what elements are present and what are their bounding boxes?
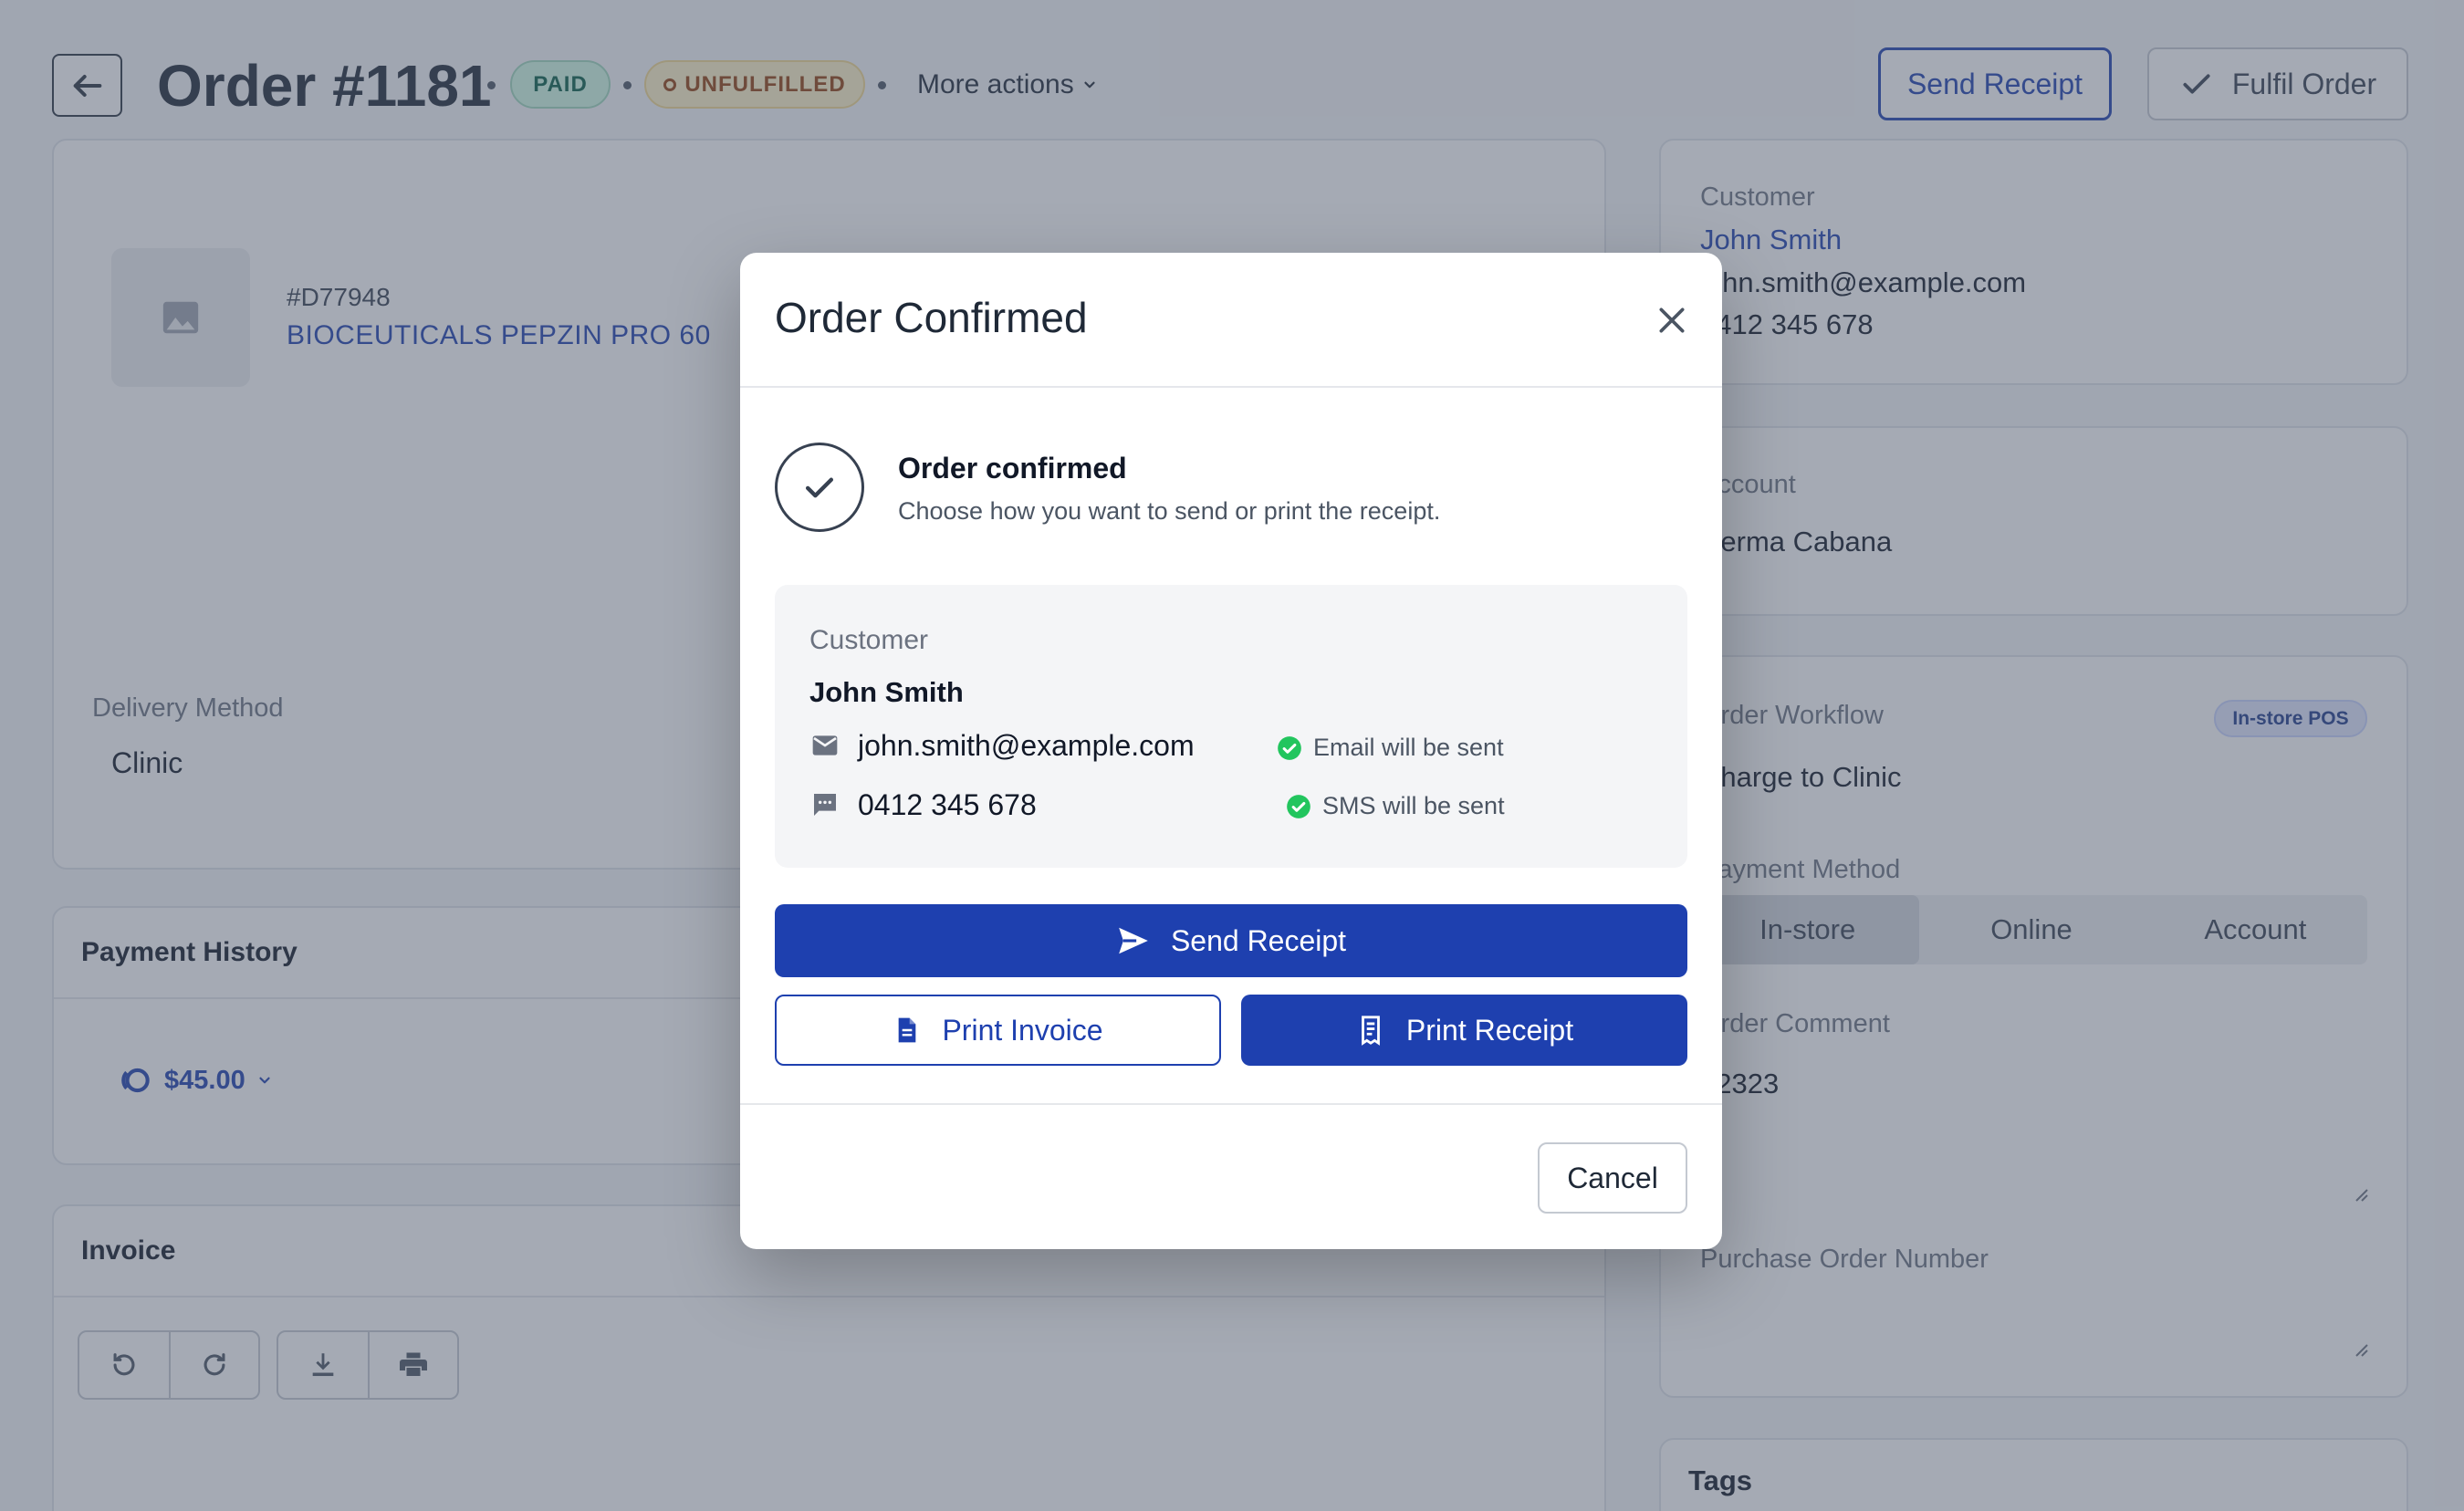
sms-status: SMS will be sent bbox=[1286, 792, 1505, 820]
modal-title: Order Confirmed bbox=[775, 294, 1088, 341]
send-receipt-button[interactable]: Send Receipt bbox=[775, 904, 1687, 977]
document-icon bbox=[899, 1017, 916, 1043]
print-invoice-button[interactable]: Print Invoice bbox=[775, 995, 1221, 1066]
order-confirmed-modal: Order Confirmed Order confirmed Choose h… bbox=[740, 253, 1722, 1249]
close-icon bbox=[1659, 307, 1685, 333]
customer-summary: Customer John Smith john.smith@example.c… bbox=[775, 585, 1687, 868]
cancel-button[interactable]: Cancel bbox=[1538, 1142, 1687, 1214]
close-button[interactable] bbox=[1652, 300, 1692, 340]
check-circle-icon bbox=[1278, 735, 1301, 760]
print-invoice-label: Print Invoice bbox=[942, 1013, 1103, 1047]
check-circle-icon bbox=[1287, 794, 1310, 818]
print-receipt-button[interactable]: Print Receipt bbox=[1241, 995, 1687, 1066]
modal-footer bbox=[740, 1103, 1722, 1105]
email-status-label: Email will be sent bbox=[1313, 734, 1504, 761]
modal-header: Order Confirmed bbox=[740, 253, 1722, 388]
modal-customer-email: john.smith@example.com bbox=[858, 729, 1195, 762]
confirmation-heading: Order confirmed bbox=[898, 452, 1127, 485]
message-icon bbox=[809, 789, 840, 820]
modal-customer-name: John Smith bbox=[809, 676, 964, 708]
receipt-icon bbox=[1361, 1016, 1380, 1046]
print-receipt-label: Print Receipt bbox=[1405, 1013, 1574, 1047]
email-status: Email will be sent bbox=[1277, 734, 1504, 762]
confirmation-subtext: Choose how you want to send or print the… bbox=[898, 497, 1441, 525]
send-receipt-label: Send Receipt bbox=[1170, 923, 1347, 957]
confirmation-check-icon bbox=[775, 443, 864, 532]
modal-customer-label: Customer bbox=[809, 625, 929, 655]
send-icon bbox=[1119, 927, 1148, 954]
modal-customer-phone: 0412 345 678 bbox=[858, 788, 1037, 821]
sms-status-label: SMS will be sent bbox=[1322, 792, 1505, 819]
mail-icon bbox=[809, 730, 840, 761]
